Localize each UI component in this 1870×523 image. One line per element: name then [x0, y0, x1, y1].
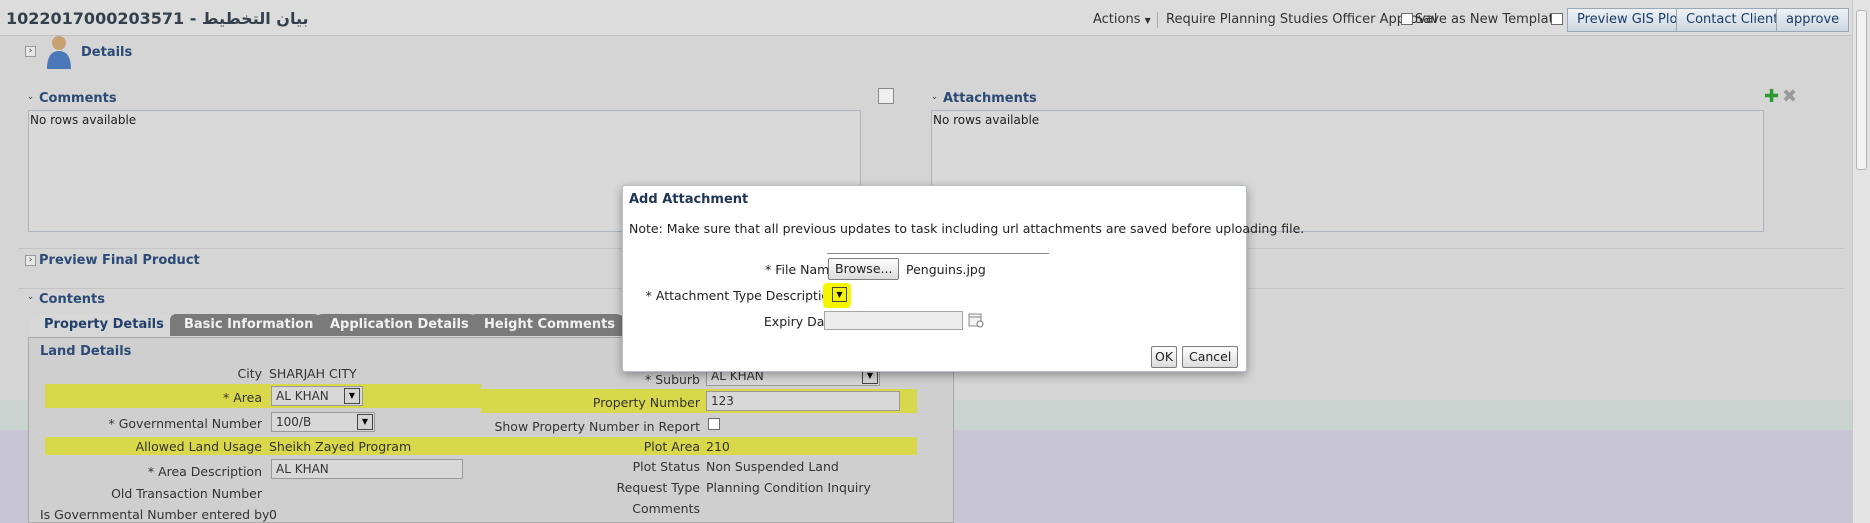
- preview-expand-icon[interactable]: ›: [25, 255, 36, 266]
- city-label: City: [237, 366, 263, 381]
- preview-gis-button[interactable]: Preview GIS Plot: [1567, 8, 1693, 32]
- area-label: * Area: [223, 390, 262, 405]
- contents-collapse-icon[interactable]: ⌄: [25, 293, 36, 304]
- area-description-value: AL KHAN: [276, 462, 329, 476]
- details-expand-icon[interactable]: ›: [25, 46, 36, 57]
- dropdown-arrow-icon: ▼: [1144, 16, 1151, 25]
- attachment-type-label: * Attachment Type Description: [645, 288, 837, 303]
- attachment-type-select[interactable]: ▼: [823, 283, 851, 308]
- ok-button[interactable]: OK: [1151, 346, 1177, 368]
- page-title: 1022017000203571 - بيان التخطيط: [6, 9, 309, 28]
- comments-field-label: Comments: [632, 501, 700, 516]
- allowed-usage-label: Allowed Land Usage: [135, 439, 262, 454]
- file-name-label: * File Name: [765, 262, 837, 277]
- dropdown-arrow-icon[interactable]: ▼: [832, 287, 847, 302]
- show-property-number-label: Show Property Number in Report: [494, 419, 700, 434]
- file-name-value: Penguins.jpg: [906, 262, 986, 277]
- dialog-title: Add Attachment: [629, 192, 749, 207]
- add-comment-icon[interactable]: [878, 88, 894, 104]
- area-value: AL KHAN: [276, 389, 329, 403]
- browse-button[interactable]: Browse...: [828, 258, 900, 280]
- tab-basic-information[interactable]: Basic Information: [170, 314, 328, 336]
- dropdown-arrow-icon[interactable]: ▼: [357, 414, 373, 430]
- property-number-value: 123: [711, 394, 734, 408]
- is-gov-number-label: Is Governmental Number entered by: [40, 507, 270, 522]
- attachments-label: Attachments: [943, 91, 1037, 106]
- tab-height-comments[interactable]: Height Comments: [470, 314, 630, 336]
- require-approval-checkbox[interactable]: [1401, 13, 1413, 25]
- save-template-label: Save as New Template: [1415, 12, 1562, 27]
- plot-area-value: 210: [706, 439, 730, 454]
- gov-number-label: * Governmental Number: [108, 416, 263, 431]
- expiry-date-label: Expiry Date: [763, 314, 837, 329]
- save-template-checkbox[interactable]: [1551, 13, 1563, 25]
- details-label: Details: [81, 45, 133, 60]
- comments-empty-text: No rows available: [30, 113, 137, 127]
- comments-label: Comments: [39, 91, 117, 106]
- add-attachment-icon[interactable]: ✚: [1764, 88, 1779, 106]
- expiry-date-field[interactable]: [824, 311, 963, 330]
- gov-number-value: 100/B: [276, 415, 312, 429]
- delete-attachment-icon[interactable]: ✖: [1782, 88, 1797, 106]
- property-number-label: Property Number: [592, 395, 700, 410]
- user-icon: [44, 33, 74, 69]
- is-gov-number-value: 0: [269, 507, 277, 522]
- area-description-field[interactable]: AL KHAN: [271, 459, 463, 479]
- attachments-collapse-icon[interactable]: ⌄: [929, 93, 940, 104]
- actions-menu[interactable]: Actions ▼: [1093, 12, 1151, 27]
- request-type-value: Planning Condition Inquiry: [706, 480, 871, 495]
- contents-label: Contents: [39, 292, 105, 307]
- require-approval-label: Require Planning Studies Officer Approva…: [1166, 12, 1438, 27]
- calendar-icon[interactable]: [968, 312, 984, 328]
- tab-property-details[interactable]: Property Details: [30, 314, 178, 336]
- city-value: SHARJAH CITY: [269, 366, 357, 381]
- cancel-button[interactable]: Cancel: [1182, 346, 1239, 368]
- plot-status-label: Plot Status: [632, 459, 700, 474]
- request-type-label: Request Type: [616, 480, 700, 495]
- area-description-label: * Area Description: [147, 464, 262, 479]
- vertical-scrollbar[interactable]: [1852, 0, 1870, 523]
- dialog-note: Note: Make sure that all previous update…: [629, 221, 1305, 236]
- allowed-usage-value: Sheikh Zayed Program: [269, 439, 412, 454]
- separator: [1157, 12, 1158, 28]
- scrollbar-thumb[interactable]: [1856, 10, 1867, 170]
- land-details-label: Land Details: [40, 344, 132, 359]
- comments-collapse-icon[interactable]: ⌄: [25, 93, 36, 104]
- plot-area-label: Plot Area: [643, 439, 700, 454]
- tab-application-details[interactable]: Application Details: [316, 314, 483, 336]
- property-number-field[interactable]: 123: [706, 391, 900, 411]
- contact-client-button[interactable]: Contact Client: [1676, 8, 1789, 32]
- old-transaction-label: Old Transaction Number: [111, 486, 262, 501]
- add-attachment-dialog: Add Attachment Note: Make sure that all …: [622, 185, 1304, 372]
- dropdown-arrow-icon[interactable]: ▼: [344, 388, 360, 404]
- actions-label: Actions: [1093, 12, 1141, 27]
- attachments-empty-text: No rows available: [933, 113, 1040, 127]
- approve-button[interactable]: approve: [1776, 8, 1850, 32]
- preview-label: Preview Final Product: [39, 253, 200, 268]
- plot-status-value: Non Suspended Land: [706, 459, 839, 474]
- divider: [827, 253, 1049, 254]
- suburb-label: * Suburb: [644, 372, 700, 387]
- show-property-number-checkbox[interactable]: [708, 418, 720, 430]
